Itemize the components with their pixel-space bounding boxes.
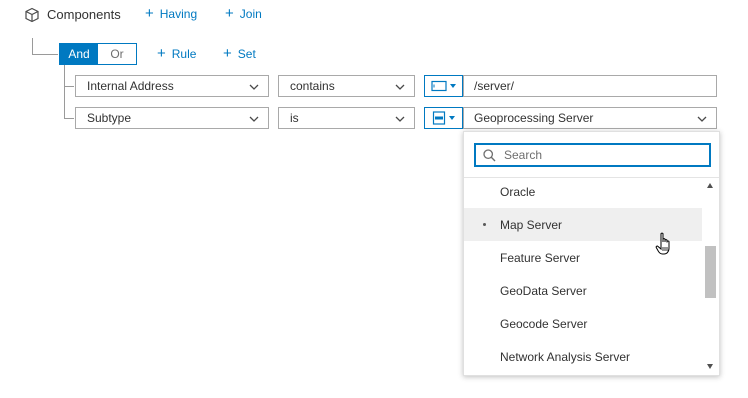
add-rule-button[interactable]: + Rule [157,45,197,62]
text-input-icon [431,80,447,92]
field-select[interactable]: Subtype [75,107,269,129]
option-label: Feature Server [500,250,581,265]
value-type-button[interactable] [424,107,463,129]
field-select[interactable]: Internal Address [75,75,269,97]
chevron-down-icon [249,116,259,122]
list-picker-icon [432,111,446,125]
or-button[interactable]: Or [98,44,136,64]
value-type-button[interactable] [424,75,463,97]
operator-select[interactable]: is [278,107,415,129]
tree-connector [64,86,74,87]
plus-icon: + [225,5,234,22]
add-join-button[interactable]: + Join [225,5,262,22]
plus-icon: + [145,5,154,22]
caret-down-icon [449,116,455,120]
logic-toggle: And Or [59,43,137,65]
option-label: Network Analysis Server [500,349,631,364]
having-label: Having [159,7,198,21]
value-select[interactable]: Geoprocessing Server [463,107,717,129]
search-input[interactable] [502,147,696,163]
option-label: Geocode Server [500,316,588,331]
cube-icon [24,7,40,26]
operator-select[interactable]: contains [278,75,415,97]
search-box[interactable] [474,143,711,167]
scroll-down-icon[interactable] [707,364,713,369]
operator-select-value: contains [290,79,335,93]
value-dropdown: Oracle Map Server Feature Server GeoData… [463,131,720,376]
chevron-down-icon [697,116,707,122]
dropdown-option[interactable]: Geocode Server [464,307,702,340]
add-having-button[interactable]: + Having [145,5,198,22]
scrollbar-thumb[interactable] [705,246,716,298]
selected-dot-icon [483,223,486,226]
value-text-input[interactable]: /server/ [463,75,717,97]
field-select-value: Internal Address [87,79,174,93]
dropdown-option[interactable]: GeoData Server [464,274,702,307]
option-label: GeoData Server [500,283,587,298]
tree-connector [64,118,74,119]
option-label: Oracle [500,184,536,199]
option-label: Map Server [500,217,563,232]
rule-label: Rule [171,47,197,61]
plus-icon: + [223,45,232,62]
value-select-value: Geoprocessing Server [474,111,594,125]
tree-connector [32,54,58,55]
operator-select-value: is [290,111,299,125]
dropdown-option[interactable]: Oracle [464,175,702,208]
and-button[interactable]: And [60,44,98,64]
hand-cursor-icon [655,232,670,255]
tree-connector [64,65,65,118]
chevron-down-icon [395,84,405,90]
scroll-up-icon[interactable] [707,183,713,188]
caret-down-icon [450,84,456,88]
plus-icon: + [157,45,166,62]
chevron-down-icon [249,84,259,90]
scrollbar[interactable] [702,178,719,375]
add-set-button[interactable]: + Set [223,45,256,62]
component-title: Components [47,7,121,22]
set-label: Set [237,47,256,61]
join-label: Join [239,7,262,21]
tree-connector [32,38,33,54]
search-icon [483,148,496,161]
dropdown-option[interactable]: Network Analysis Server [464,340,702,373]
chevron-down-icon [395,116,405,122]
field-select-value: Subtype [87,111,132,125]
value-text: /server/ [474,79,515,93]
